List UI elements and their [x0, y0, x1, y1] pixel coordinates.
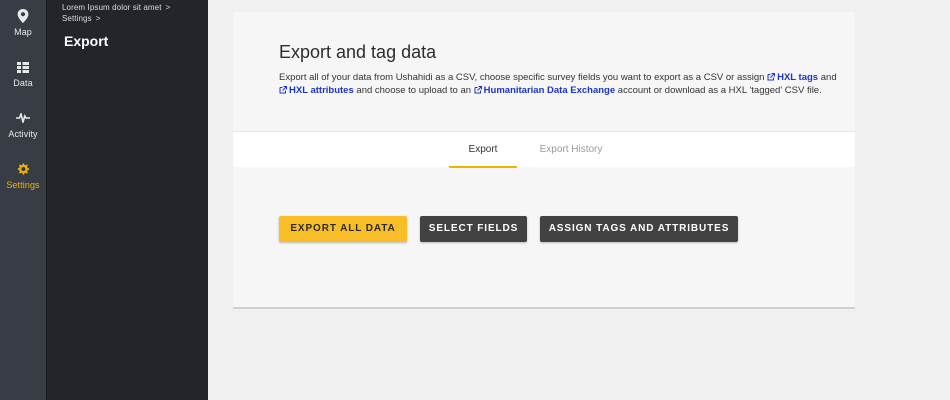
card-description: Export all of your data from Ushahidi as… [279, 72, 839, 97]
rail-item-label: Activity [8, 129, 38, 139]
hxl-tags-link[interactable]: HXL tags [767, 72, 818, 83]
map-pin-icon [15, 8, 31, 24]
description-text: and [818, 72, 837, 83]
page-title: Export [64, 33, 109, 49]
rail-item-label: Settings [6, 180, 40, 190]
rail-item-map[interactable]: Map [0, 8, 46, 56]
gear-icon [15, 161, 31, 177]
description-text: Export all of your data from Ushahidi as… [279, 72, 768, 83]
breadcrumb: Settings > [62, 14, 101, 23]
description-text: and choose to upload to an [353, 84, 474, 96]
export-card: Export and tag data Export all of your d… [233, 12, 855, 309]
export-all-data-button[interactable]: EXPORT ALL DATA [279, 216, 407, 242]
tab-export-history[interactable]: Export History [529, 132, 613, 168]
rail-item-label: Map [14, 27, 32, 37]
external-link-icon [474, 85, 482, 93]
hxl-tags-label: HXL tags [777, 72, 819, 83]
breadcrumb-link[interactable]: Settings [62, 14, 92, 23]
breadcrumb-link[interactable]: Lorem Ipsum dolor sit amet [62, 3, 162, 12]
select-fields-button[interactable]: SELECT FIELDS [420, 216, 527, 242]
activity-pulse-icon [15, 110, 31, 126]
icon-rail: Map Data Activity Settings [0, 0, 46, 400]
tab-export[interactable]: Export [449, 132, 517, 168]
external-link-icon [767, 73, 776, 81]
hdx-link[interactable]: Humanitarian Data Exchange [474, 85, 615, 96]
breadcrumb: Lorem Ipsum dolor sit amet > [62, 3, 170, 12]
external-link-icon [279, 85, 287, 93]
breadcrumb-separator: > [165, 3, 171, 12]
hxl-attributes-link[interactable]: HXL attributes [279, 85, 354, 96]
breadcrumb-separator: > [95, 14, 101, 23]
settings-panel: Lorem Ipsum dolor sit amet > Settings > Ex… [46, 0, 208, 400]
hdx-label: Humanitarian Data Exchange [483, 84, 616, 96]
rail-item-settings[interactable]: Settings [0, 161, 46, 209]
rail-item-data[interactable]: Data [0, 59, 46, 107]
export-tabs: Export Export History [233, 131, 855, 168]
hxl-attributes-label: HXL attributes [289, 84, 354, 96]
rail-item-label: Data [13, 78, 33, 88]
card-title: Export and tag data [279, 42, 437, 62]
data-list-icon [15, 59, 31, 75]
rail-item-activity[interactable]: Activity [0, 110, 46, 158]
description-text: account or download as a HXL 'tagged' CS… [615, 84, 822, 96]
assign-tags-button[interactable]: ASSIGN TAGS AND ATTRIBUTES [540, 216, 738, 242]
